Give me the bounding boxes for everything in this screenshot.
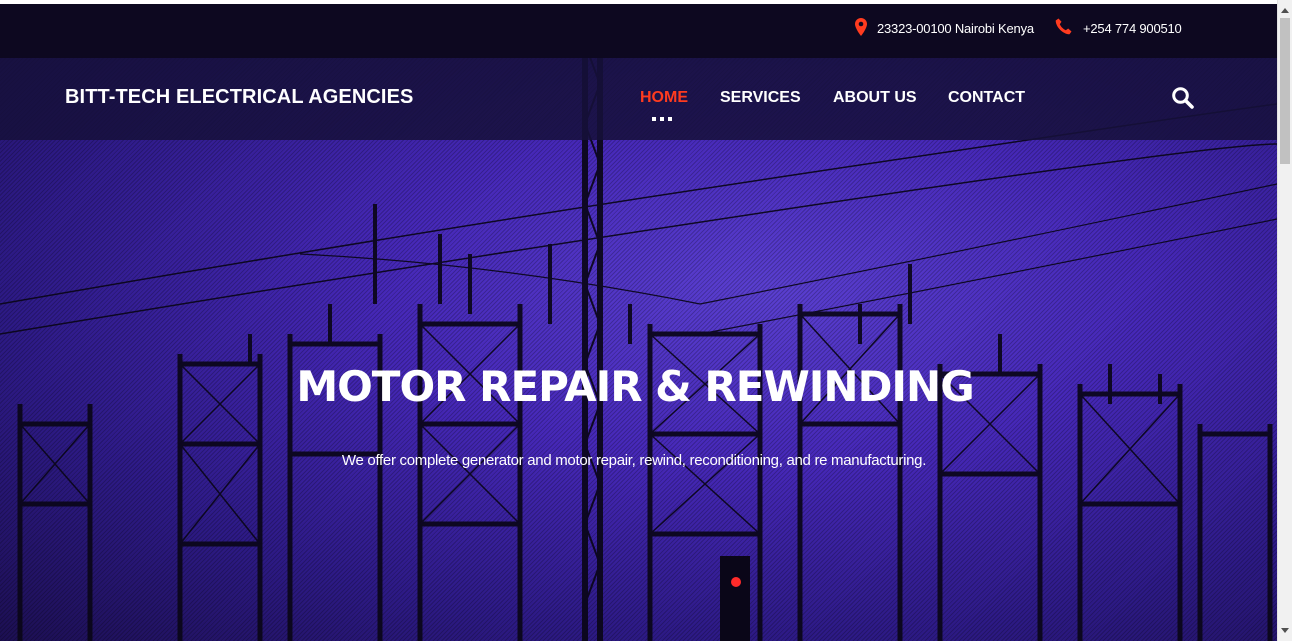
address-contact: 23323-00100 Nairobi Kenya <box>855 18 1034 39</box>
nav-contact[interactable]: CONTACT <box>948 89 1025 107</box>
vertical-scrollbar[interactable] <box>1277 0 1292 641</box>
top-contact-bar: 23323-00100 Nairobi Kenya +254 774 90051… <box>0 4 1277 58</box>
scroll-up-arrow-icon[interactable] <box>1281 8 1289 13</box>
phone-text[interactable]: +254 774 900510 <box>1083 21 1182 36</box>
address-text: 23323-00100 Nairobi Kenya <box>877 21 1034 36</box>
nav-about-us[interactable]: ABOUT US <box>833 89 917 107</box>
active-indicator <box>652 117 672 121</box>
search-icon[interactable] <box>1171 86 1195 110</box>
site-brand[interactable]: BITT-TECH ELECTRICAL AGENCIES <box>65 86 413 109</box>
main-navbar: BITT-TECH ELECTRICAL AGENCIES HOME SERVI… <box>0 58 1277 140</box>
top-edge <box>0 0 1277 4</box>
nav-home[interactable]: HOME <box>640 89 688 107</box>
hero-subtitle: We offer complete generator and motor re… <box>341 452 927 469</box>
map-marker-icon <box>855 18 867 39</box>
scrollbar-thumb[interactable] <box>1280 18 1290 164</box>
red-signal-light <box>731 577 741 587</box>
hero-title: MOTOR REPAIR & REWINDING <box>296 362 974 411</box>
phone-contact: +254 774 900510 <box>1055 18 1182 38</box>
nav-services[interactable]: SERVICES <box>720 89 801 107</box>
scroll-down-arrow-icon[interactable] <box>1281 628 1289 633</box>
page-viewport: 23323-00100 Nairobi Kenya +254 774 90051… <box>0 0 1277 641</box>
phone-icon <box>1055 18 1073 38</box>
